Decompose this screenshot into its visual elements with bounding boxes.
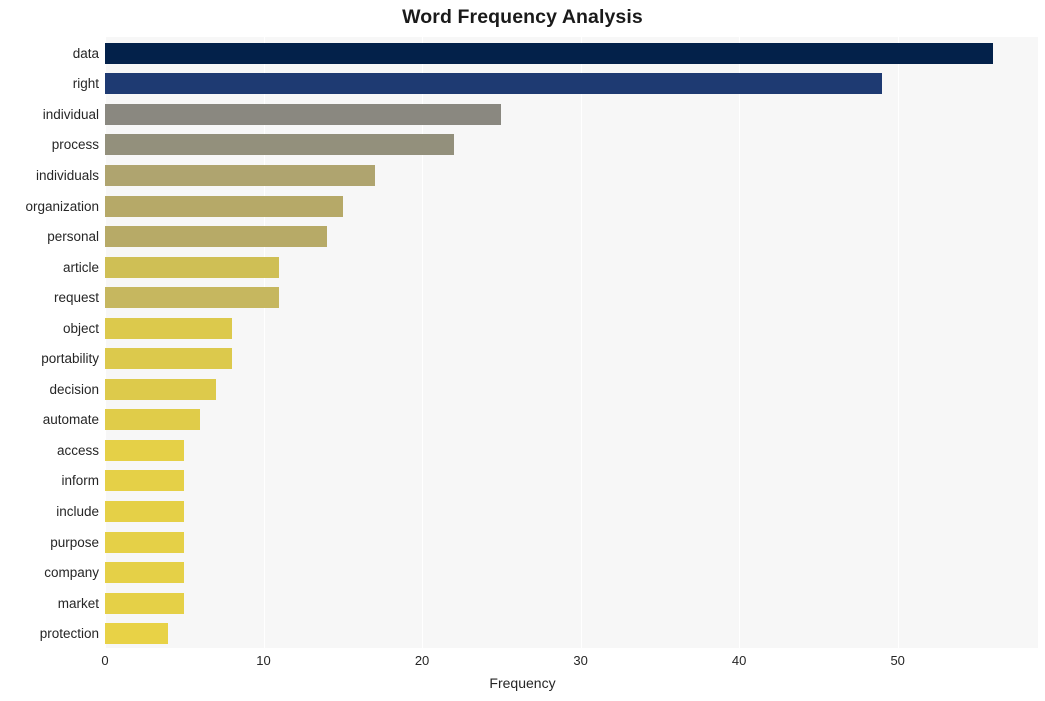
bar	[105, 439, 185, 461]
bar	[105, 623, 169, 645]
bar	[105, 562, 185, 584]
y-axis-tick-label: personal	[47, 229, 99, 245]
bar	[105, 226, 327, 248]
x-axis-tick-label: 10	[256, 653, 271, 668]
bar-fill	[105, 348, 232, 370]
bar-fill	[105, 195, 343, 217]
y-axis-tick-label: individual	[42, 106, 99, 122]
y-axis-tick-label: purpose	[50, 534, 99, 550]
bar-fill	[105, 623, 169, 645]
y-axis-tick-label: company	[44, 565, 99, 581]
y-axis-tick-label: individuals	[35, 167, 99, 183]
y-axis-tick-label: automate	[42, 412, 99, 428]
bar	[105, 470, 185, 492]
bar	[105, 531, 185, 553]
bar-fill	[105, 134, 454, 156]
y-axis-tick-label: include	[56, 504, 99, 520]
x-axis-tick-label: 50	[890, 653, 905, 668]
bar-fill	[105, 103, 502, 125]
bar-fill	[105, 592, 185, 614]
y-axis-tick-label: request	[53, 290, 99, 306]
bar	[105, 501, 185, 523]
bar	[105, 348, 232, 370]
x-gridline	[422, 37, 424, 648]
bar	[105, 317, 232, 339]
bar	[105, 42, 993, 64]
bar	[105, 287, 280, 309]
bar	[105, 73, 882, 95]
bar-fill	[105, 42, 993, 64]
x-axis-tick-label: 40	[731, 653, 747, 668]
bar-fill	[105, 164, 375, 186]
bar-fill	[105, 287, 280, 309]
bar-fill	[105, 378, 216, 400]
y-axis-tick-label: market	[57, 595, 99, 611]
x-gridline	[580, 37, 582, 648]
bar-fill	[105, 531, 185, 553]
bar-fill	[105, 562, 185, 584]
y-axis-tick-label: access	[56, 442, 99, 458]
bar-fill	[105, 409, 201, 431]
bar	[105, 195, 343, 217]
bar	[105, 256, 280, 278]
x-gridline	[897, 37, 899, 648]
y-axis-tick-label: inform	[61, 473, 99, 489]
bar	[105, 103, 502, 125]
bar	[105, 378, 216, 400]
chart-figure: Word Frequency Analysis data right individ…	[0, 0, 1045, 701]
bar-fill	[105, 226, 327, 248]
x-axis-label: Frequency	[489, 675, 556, 691]
bar-fill	[105, 501, 185, 523]
bar	[105, 409, 201, 431]
bar-fill	[105, 73, 882, 95]
x-axis-tick-label: 0	[101, 653, 109, 668]
y-axis-tick-label: right	[72, 76, 99, 92]
bar-fill	[105, 317, 232, 339]
bar	[105, 592, 185, 614]
chart-title: Word Frequency Analysis	[402, 6, 643, 28]
bar	[105, 134, 454, 156]
x-gridline	[105, 37, 106, 648]
plot-area	[105, 37, 1038, 648]
y-axis-tick-label: article	[62, 259, 99, 275]
bar-fill	[105, 439, 185, 461]
y-axis-tick-label: organization	[25, 198, 99, 214]
x-axis-tick-label: 20	[414, 653, 430, 668]
y-axis-tick-label: decision	[49, 381, 99, 397]
y-axis-tick-label: protection	[39, 626, 99, 642]
bar-fill	[105, 470, 185, 492]
bar-fill	[105, 256, 280, 278]
y-axis-tick-labels: data right individual process individuals org…	[0, 37, 99, 648]
y-axis-tick-label: data	[72, 45, 99, 61]
bar	[105, 164, 375, 186]
x-gridline	[263, 37, 265, 648]
x-gridline	[739, 37, 741, 648]
y-axis-tick-label: portability	[41, 351, 99, 367]
y-axis-tick-label: process	[51, 137, 99, 153]
x-axis-tick-label: 30	[573, 653, 588, 668]
y-axis-tick-label: object	[62, 320, 99, 336]
